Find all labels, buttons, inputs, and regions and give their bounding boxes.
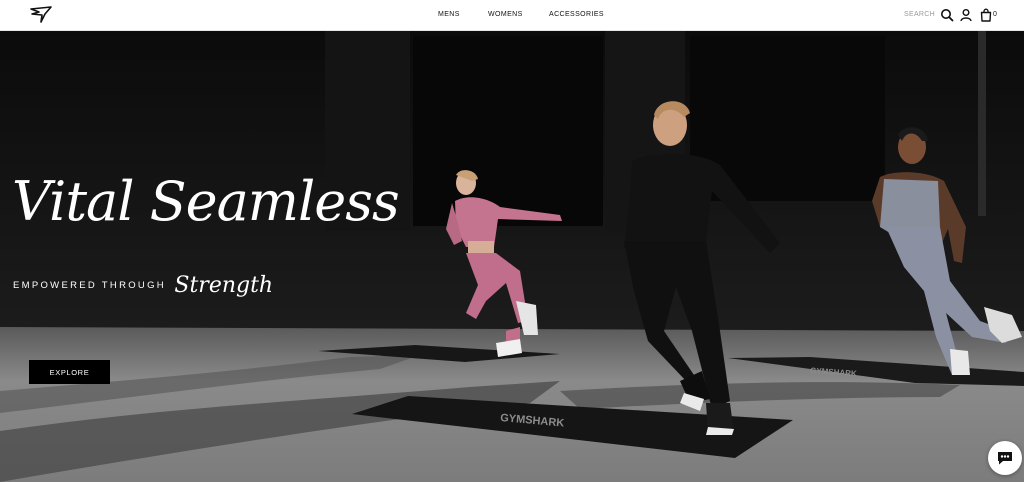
hero-headline: Vital Seamless: [12, 170, 400, 233]
site-header: MENS WOMENS ACCESSORIES SEARCH 0: [0, 0, 1024, 31]
bag-icon[interactable]: [979, 8, 993, 22]
main-nav: MENS WOMENS ACCESSORIES: [0, 0, 1024, 31]
explore-button[interactable]: EXPLORE: [29, 360, 110, 384]
hero-subline: EMPOWERED THROUGH Strength: [13, 273, 273, 298]
search-icon[interactable]: [940, 8, 954, 22]
bag-count: 0: [993, 11, 997, 18]
chat-icon: [998, 452, 1012, 465]
hero-image: GYMSHARK GYMSHARK: [0, 31, 1024, 482]
hero-banner[interactable]: GYMSHARK GYMSHARK Vital Seamless EMPOWER…: [0, 31, 1024, 482]
nav-womens[interactable]: WOMENS: [488, 11, 523, 18]
search-label[interactable]: SEARCH: [904, 11, 935, 18]
nav-accessories[interactable]: ACCESSORIES: [549, 11, 604, 18]
account-icon[interactable]: [959, 8, 973, 22]
subline-caps: EMPOWERED THROUGH: [13, 280, 166, 291]
nav-mens[interactable]: MENS: [438, 11, 460, 18]
chat-button[interactable]: [988, 441, 1022, 475]
subline-script: Strength: [174, 273, 274, 298]
